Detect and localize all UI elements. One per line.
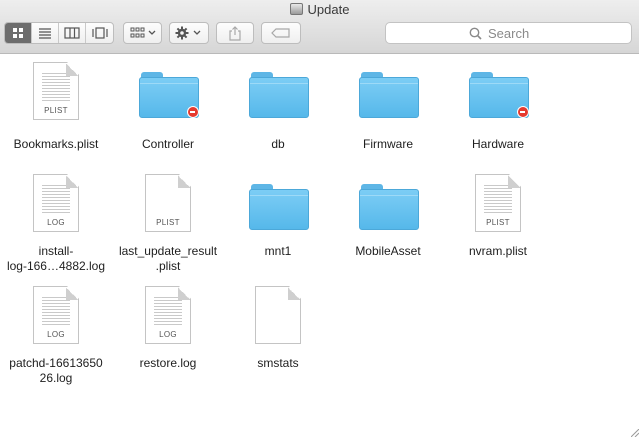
folder-icon <box>469 72 529 118</box>
folder-icon <box>359 72 419 118</box>
file-type-tag: LOG <box>47 330 65 339</box>
gear-icon <box>175 26 201 40</box>
grid-icon <box>13 28 23 38</box>
page-fold <box>66 63 78 76</box>
file-icon-container: PLIST <box>1 60 111 136</box>
columns-icon <box>64 27 80 39</box>
cover-flow-icon <box>91 27 108 39</box>
folder-icon-container <box>223 60 333 136</box>
folder-icon-container <box>113 60 223 136</box>
plist-document-icon: PLIST <box>33 62 79 120</box>
plist-document-icon: PLIST <box>145 174 191 232</box>
log-document-icon: LOG <box>33 174 79 232</box>
folder-body <box>359 77 419 118</box>
plist-document-icon: PLIST <box>475 174 521 232</box>
list-view-button[interactable] <box>32 23 59 43</box>
folder-icon <box>249 184 309 230</box>
search-icon <box>469 27 482 40</box>
view-mode-selector <box>4 22 114 44</box>
disk-drive-icon <box>289 3 303 15</box>
blank-document-icon <box>255 286 301 344</box>
list-icon <box>39 28 51 39</box>
resize-handle-icon[interactable] <box>631 429 639 437</box>
folder-body <box>249 77 309 118</box>
file-type-tag: PLIST <box>156 218 180 227</box>
cover-flow-view-button[interactable] <box>86 23 113 43</box>
window-title: Update <box>0 2 639 17</box>
arrange-button[interactable] <box>123 22 162 44</box>
file-icon-container: LOG <box>1 284 111 360</box>
page-fold <box>66 287 78 300</box>
file-type-tag: PLIST <box>44 106 68 115</box>
file-name: install- log-166…4882.log <box>6 244 106 273</box>
file-name: Bookmarks.plist <box>13 137 99 151</box>
log-document-icon: LOG <box>145 286 191 344</box>
page-fold <box>508 175 520 188</box>
folder-icon <box>249 72 309 118</box>
folder-name: mnt1 <box>264 244 292 258</box>
page-fold <box>288 287 300 300</box>
file-name: patchd-16613650 26.log <box>9 356 103 385</box>
file-type-tag: LOG <box>159 330 177 339</box>
action-button[interactable] <box>169 22 209 44</box>
file-icon-container <box>223 284 333 360</box>
folder-body <box>359 189 419 230</box>
search-field[interactable] <box>385 22 632 44</box>
no-access-badge-icon <box>517 106 529 118</box>
share-icon <box>229 25 241 41</box>
folder-body <box>249 189 309 230</box>
toolbar: Update <box>0 0 639 54</box>
file-icon-grid: PLIST Bookmarks.plist Controller db Firm… <box>0 55 639 437</box>
tags-button[interactable] <box>261 22 301 44</box>
folder-icon-container <box>223 172 333 248</box>
file-icon-container: LOG <box>1 172 111 248</box>
file-name: restore.log <box>139 356 197 370</box>
file-icon-container: LOG <box>113 284 223 360</box>
file-icon-container: PLIST <box>113 172 223 248</box>
folder-icon <box>139 72 199 118</box>
page-fold <box>178 287 190 300</box>
icon-view-button[interactable] <box>5 23 32 43</box>
folder-icon-container <box>333 172 443 248</box>
share-button[interactable] <box>216 22 254 44</box>
page-fold <box>66 175 78 188</box>
file-type-tag: LOG <box>47 218 65 227</box>
file-icon-container: PLIST <box>443 172 553 248</box>
folder-icon <box>359 184 419 230</box>
file-type-tag: PLIST <box>486 218 510 227</box>
folder-name: MobileAsset <box>355 244 421 258</box>
window-title-text: Update <box>307 2 350 17</box>
tag-icon <box>271 28 290 38</box>
no-access-badge-icon <box>187 106 199 118</box>
page-fold <box>178 175 190 188</box>
search-input[interactable] <box>488 25 548 41</box>
folder-name: Hardware <box>471 137 525 151</box>
folder-name: db <box>271 137 285 151</box>
folder-icon-container <box>443 60 553 136</box>
folder-icon-container <box>333 60 443 136</box>
file-name: nvram.plist <box>468 244 527 258</box>
file-name: smstats <box>257 356 299 370</box>
file-name: last_update_result .plist <box>118 244 218 273</box>
folder-name: Firmware <box>363 137 413 151</box>
log-document-icon: LOG <box>33 286 79 344</box>
folder-name: Controller <box>141 137 195 151</box>
group-by-icon <box>130 27 155 38</box>
column-view-button[interactable] <box>59 23 86 43</box>
